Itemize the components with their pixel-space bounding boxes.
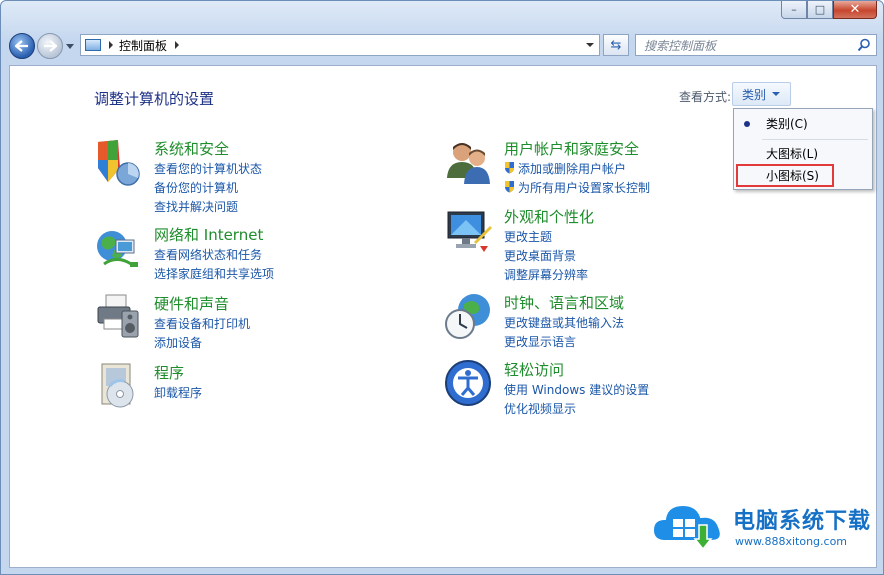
maximize-icon: □ (814, 3, 826, 16)
link-optimize-video[interactable]: 优化视频显示 (504, 400, 576, 417)
maximize-button[interactable]: □ (807, 1, 833, 19)
link-add-device[interactable]: 添加设备 (154, 334, 202, 351)
link-display-language[interactable]: 更改显示语言 (504, 333, 576, 350)
link-view-computer-status[interactable]: 查看您的计算机状态 (154, 160, 262, 177)
view-by-menu: 类别(C) 大图标(L) 小图标(S) (733, 108, 873, 190)
link-network-status[interactable]: 查看网络状态和任务 (154, 246, 262, 263)
menu-item-large-icons[interactable]: 大图标(L) (766, 145, 818, 162)
watermark-url: www.888xitong.com (735, 535, 848, 548)
view-by-label: 查看方式: (679, 90, 732, 104)
forward-arrow-icon (44, 40, 57, 52)
printer-speaker-icon (97, 294, 139, 338)
minimize-button[interactable]: – (781, 1, 807, 19)
shield-icon (98, 140, 140, 186)
control-panel-window: – □ ✕ 控制面板 ⇆ 搜索控制面板 调整计算机的设置 查看方式: 类别 类别… (0, 0, 884, 575)
program-disc-icon (101, 363, 134, 408)
link-change-theme[interactable]: 更改主题 (504, 228, 552, 245)
category-title[interactable]: 时钟、语言和区域 (504, 292, 624, 313)
highlight-box (736, 164, 834, 187)
recent-pages-dropdown[interactable] (66, 43, 74, 49)
watermark-title: 电脑系统下载 (733, 509, 872, 534)
network-globe-icon (97, 231, 138, 268)
category-title[interactable]: 用户帐户和家庭安全 (504, 138, 639, 159)
search-placeholder: 搜索控制面板 (644, 38, 717, 53)
breadcrumb-control-panel[interactable]: 控制面板 (119, 37, 167, 54)
menu-separator (762, 139, 868, 140)
control-panel-icon (85, 39, 101, 51)
link-uninstall-program[interactable]: 卸载程序 (154, 384, 202, 401)
address-history-dropdown[interactable] (586, 43, 594, 47)
content-area: 调整计算机的设置 查看方式: 类别 类别(C) 大图标(L) 小图标(S) 系统… (9, 65, 877, 568)
uac-shield-icon (505, 181, 514, 193)
link-add-remove-users[interactable]: 添加或删除用户帐户 (518, 160, 626, 177)
monitor-icon (447, 211, 492, 252)
search-icon[interactable] (857, 38, 871, 52)
window-controls: – □ ✕ (781, 1, 877, 19)
link-desktop-background[interactable]: 更改桌面背景 (504, 247, 576, 264)
view-by-dropdown[interactable]: 类别 (732, 82, 791, 106)
navigation-buttons (9, 33, 74, 59)
category-title[interactable]: 程序 (154, 362, 184, 383)
link-backup-computer[interactable]: 备份您的计算机 (154, 179, 238, 196)
chevron-down-icon (772, 92, 781, 96)
category-title[interactable]: 外观和个性化 (504, 206, 594, 227)
search-input[interactable]: 搜索控制面板 (635, 34, 877, 56)
category-title[interactable]: 硬件和声音 (154, 293, 229, 314)
link-screen-resolution[interactable]: 调整屏幕分辨率 (504, 266, 588, 283)
close-icon: ✕ (849, 2, 861, 17)
close-button[interactable]: ✕ (833, 1, 877, 19)
category-title[interactable]: 系统和安全 (154, 138, 229, 159)
breadcrumb-expand-icon[interactable] (175, 41, 180, 49)
link-troubleshoot[interactable]: 查找并解决问题 (154, 198, 238, 215)
page-title: 调整计算机的设置 (94, 90, 215, 108)
cloud-download-icon (651, 503, 722, 551)
uac-shield-icon (505, 162, 514, 174)
back-arrow-icon (15, 40, 28, 52)
category-title[interactable]: 网络和 Internet (154, 224, 263, 245)
view-by-value: 类别 (742, 87, 767, 102)
link-windows-recommended[interactable]: 使用 Windows 建议的设置 (504, 381, 649, 398)
minimize-icon: – (791, 3, 797, 16)
breadcrumb-separator-icon[interactable] (109, 41, 113, 49)
refresh-button[interactable]: ⇆ (603, 34, 629, 56)
link-homegroup-sharing[interactable]: 选择家庭组和共享选项 (154, 265, 274, 282)
address-bar[interactable]: 控制面板 (80, 34, 600, 56)
menu-item-category[interactable]: 类别(C) (766, 115, 808, 132)
refresh-icon: ⇆ (610, 37, 622, 53)
forward-button[interactable] (37, 33, 63, 59)
users-icon (447, 143, 490, 184)
selected-radio-icon (744, 121, 750, 127)
link-parental-controls[interactable]: 为所有用户设置家长控制 (518, 179, 650, 196)
link-devices-printers[interactable]: 查看设备和打印机 (154, 315, 250, 332)
clock-globe-icon (445, 294, 490, 339)
back-button[interactable] (9, 33, 35, 59)
link-change-input-method[interactable]: 更改键盘或其他输入法 (504, 314, 624, 331)
ease-of-access-icon (445, 360, 491, 406)
category-title[interactable]: 轻松访问 (504, 359, 564, 380)
